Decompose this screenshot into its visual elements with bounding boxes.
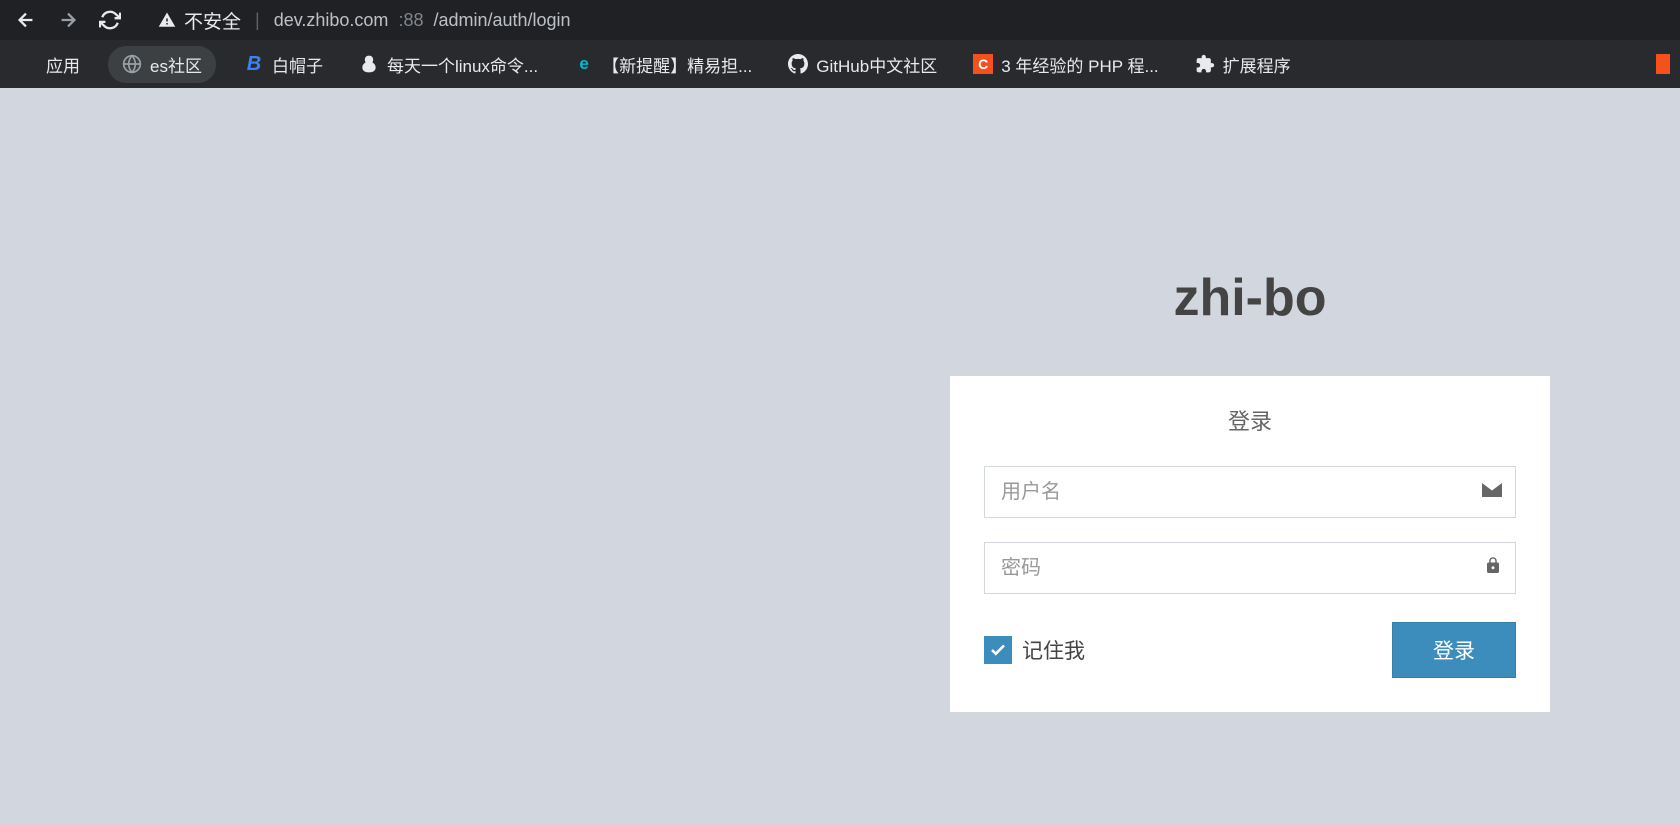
form-footer: 记住我 登录	[984, 622, 1516, 678]
reload-button[interactable]	[92, 2, 128, 38]
url-host: dev.zhibo.com	[274, 10, 389, 31]
check-icon	[989, 641, 1007, 659]
overflow-icon[interactable]	[1656, 54, 1670, 74]
browser-toolbar: 不安全 | dev.zhibo.com :88/admin/auth/login	[0, 0, 1680, 40]
bookmark-label: 扩展程序	[1223, 52, 1291, 77]
bookmark-label: 每天一个linux命令...	[387, 52, 538, 77]
github-icon	[788, 54, 808, 74]
bookmark-apps[interactable]: 应用	[10, 48, 88, 81]
puzzle-icon	[1195, 54, 1215, 74]
url-separator: |	[255, 10, 260, 31]
forward-button[interactable]	[50, 2, 86, 38]
e-icon: e	[574, 54, 594, 74]
apps-icon	[18, 54, 38, 74]
content-area: zhi-bo 登录 记住我	[0, 88, 1680, 825]
back-button[interactable]	[8, 2, 44, 38]
address-bar[interactable]: 不安全 | dev.zhibo.com :88/admin/auth/login	[144, 4, 1672, 36]
security-warning: 不安全	[158, 7, 241, 34]
remember-checkbox[interactable]	[984, 636, 1012, 664]
password-input[interactable]	[984, 542, 1516, 594]
bookmark-apps-label: 应用	[46, 52, 80, 77]
c-icon: C	[973, 54, 993, 74]
username-group	[984, 466, 1516, 518]
remember-wrap: 记住我	[984, 635, 1085, 665]
bookmark-item-baimao[interactable]: B 白帽子	[236, 48, 331, 81]
bookmark-label: 白帽子	[272, 52, 323, 77]
remember-label: 记住我	[1022, 635, 1085, 665]
bookmark-item-github[interactable]: GitHub中文社区	[780, 48, 945, 81]
bookmark-item-extensions[interactable]: 扩展程序	[1187, 48, 1299, 81]
login-container: zhi-bo 登录 记住我	[950, 268, 1550, 712]
globe-icon	[122, 54, 142, 74]
bookmark-label: 【新提醒】精易担...	[602, 52, 752, 77]
password-group	[984, 542, 1516, 594]
bookmarks-bar: 应用 es社区 B 白帽子 每天一个linux命令... e 【新提醒】精易担.…	[0, 40, 1680, 88]
bookmark-item-linux[interactable]: 每天一个linux命令...	[351, 48, 546, 81]
envelope-icon	[1482, 482, 1502, 503]
bookmark-item-jingyi[interactable]: e 【新提醒】精易担...	[566, 48, 760, 81]
username-input[interactable]	[984, 466, 1516, 518]
url-path: /admin/auth/login	[433, 10, 570, 31]
b-icon: B	[244, 54, 264, 74]
bird-icon	[359, 54, 379, 74]
login-button[interactable]: 登录	[1392, 622, 1516, 678]
bookmark-item-es[interactable]: es社区	[108, 46, 216, 83]
lock-icon	[1484, 556, 1502, 581]
security-label: 不安全	[184, 7, 241, 34]
bookmark-label: 3 年经验的 PHP 程...	[1001, 52, 1158, 77]
login-box: 登录 记住我 登录	[950, 376, 1550, 712]
arrow-right-icon	[57, 9, 79, 31]
bookmark-item-php[interactable]: C 3 年经验的 PHP 程...	[965, 48, 1166, 81]
arrow-left-icon	[15, 9, 37, 31]
brand-title: zhi-bo	[950, 268, 1550, 328]
login-header: 登录	[984, 404, 1516, 436]
bookmark-label: GitHub中文社区	[816, 52, 937, 77]
warning-icon	[158, 11, 176, 29]
url-port: :88	[398, 10, 423, 31]
reload-icon	[99, 9, 121, 31]
bookmark-label: es社区	[150, 52, 202, 77]
